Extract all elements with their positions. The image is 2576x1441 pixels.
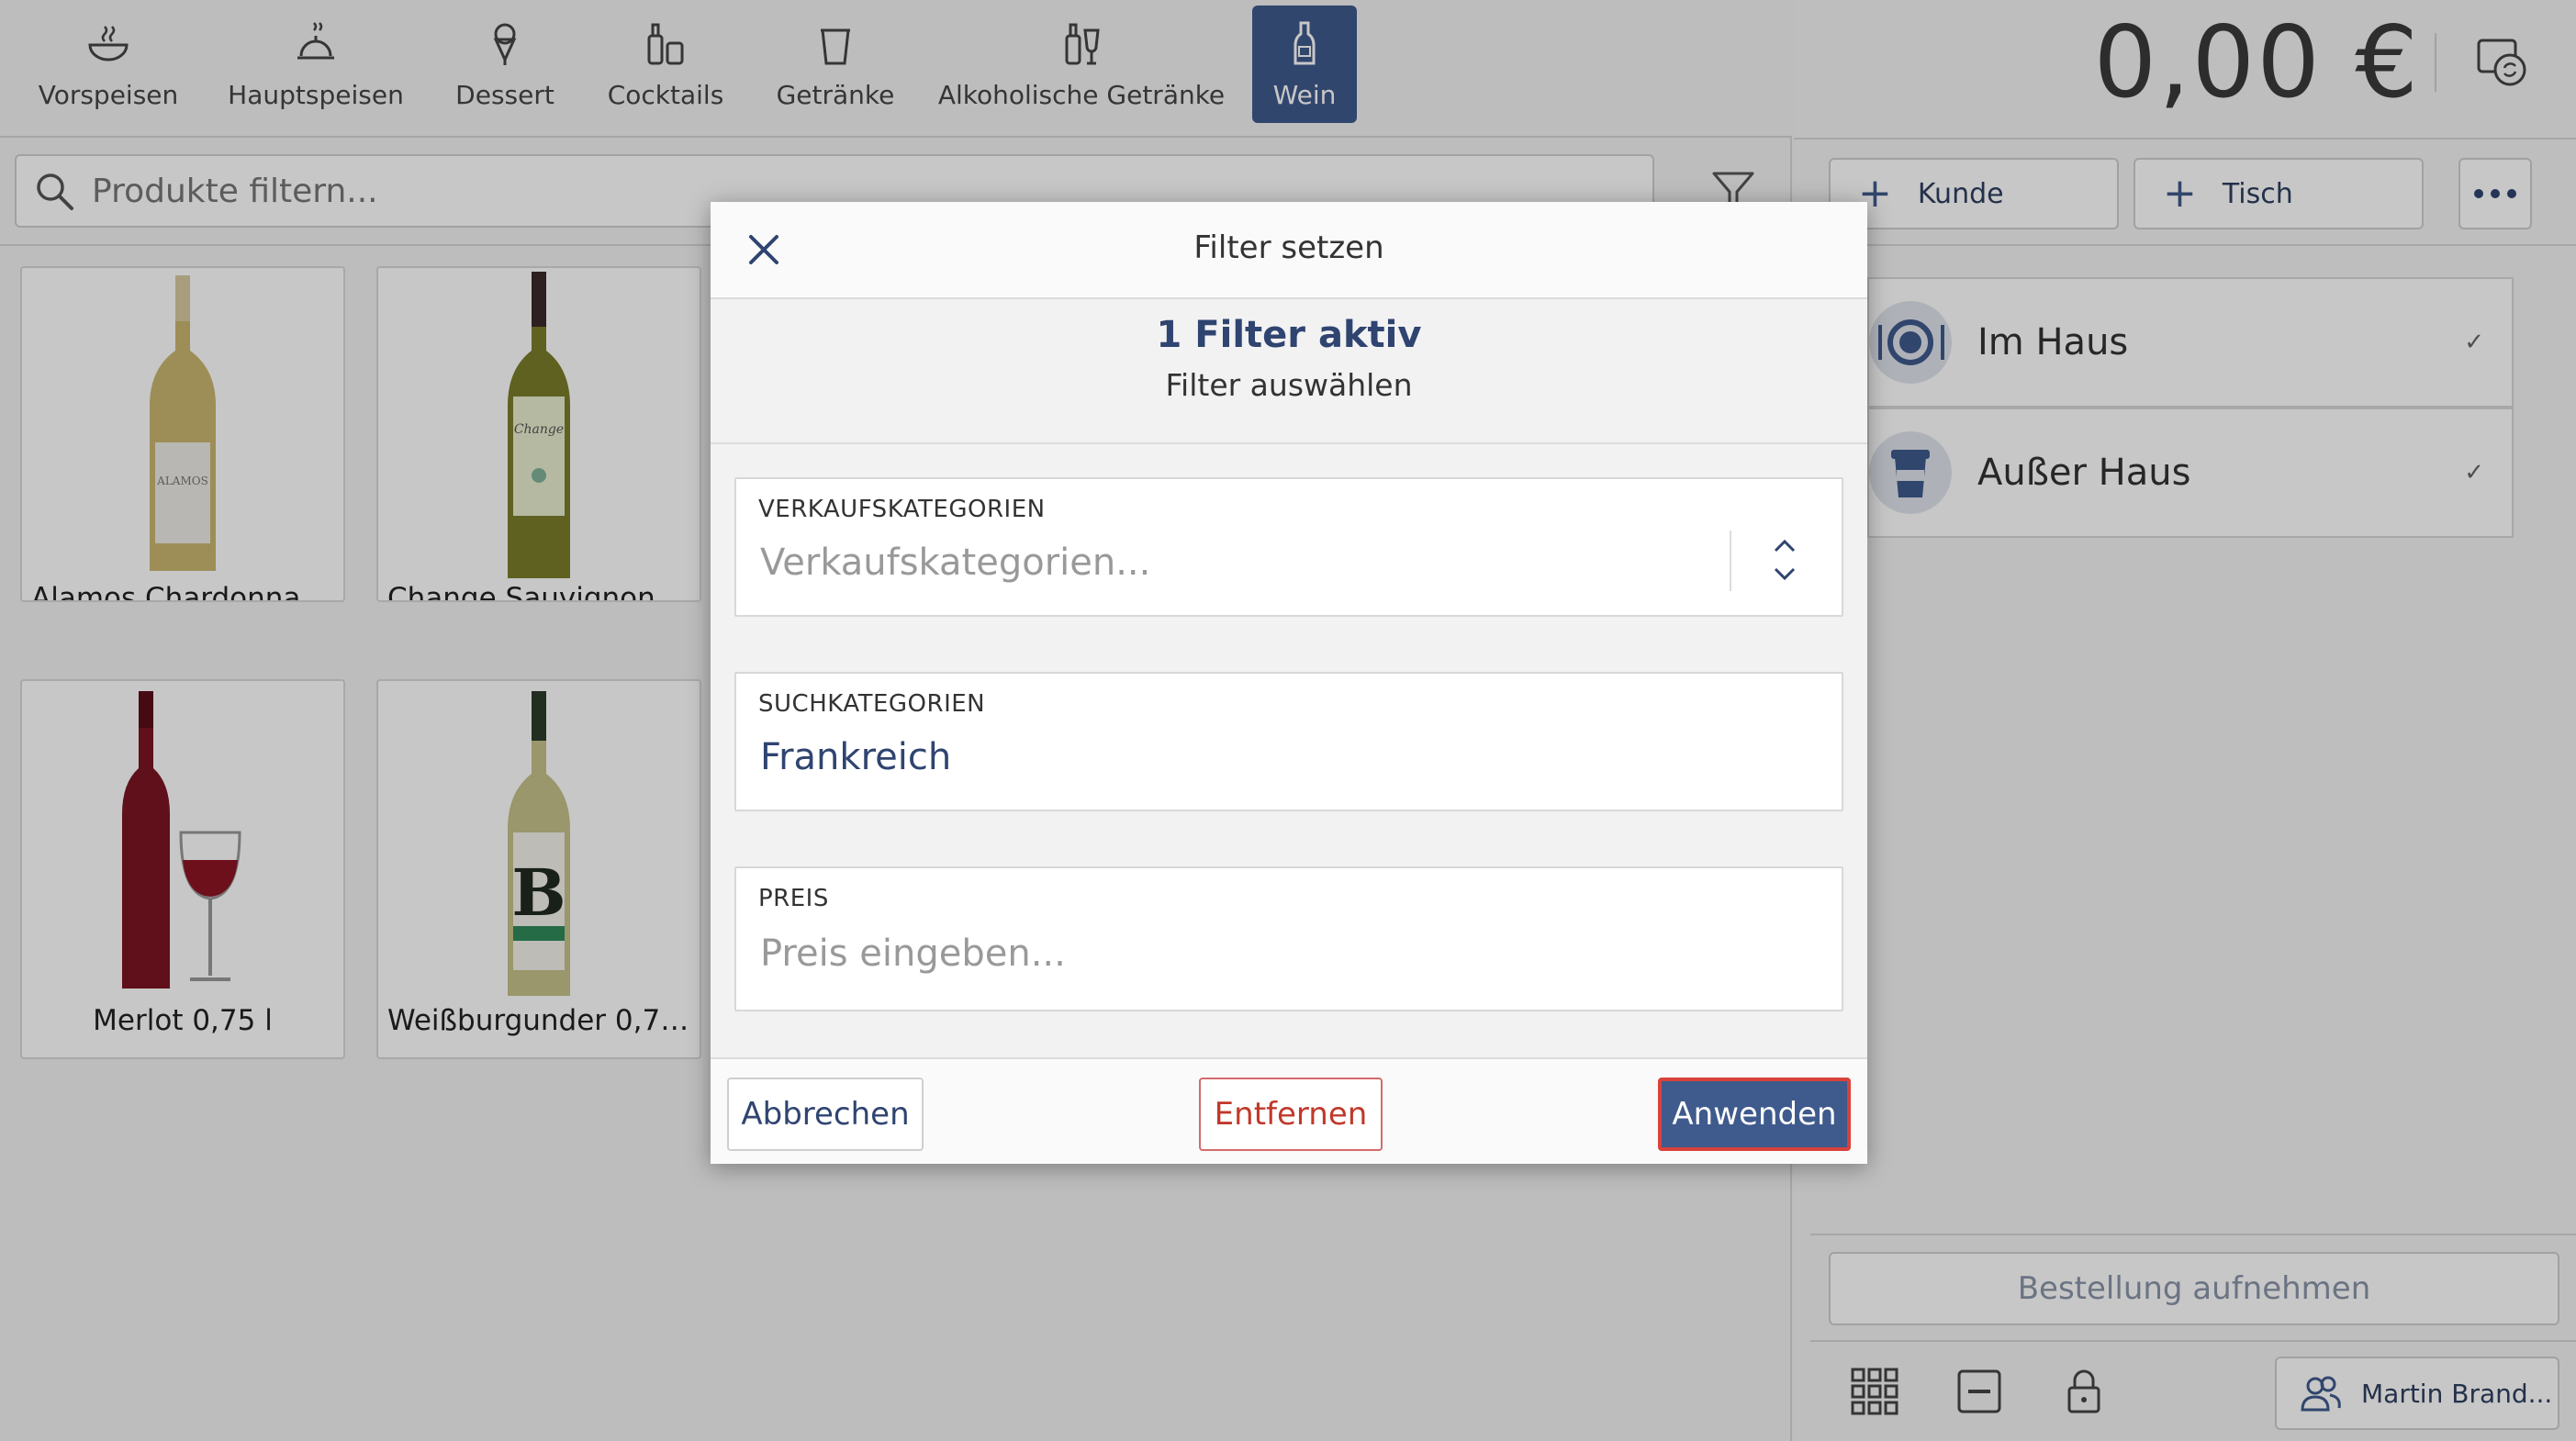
field-label: VERKAUFSKATEGORIEN	[758, 496, 1046, 523]
price-field[interactable]: PREIS Preis eingeben...	[734, 866, 1843, 1011]
active-filter-count: 1 Filter aktiv	[1156, 314, 1422, 356]
remove-filter-button[interactable]: Entfernen	[1199, 1078, 1383, 1151]
chevron-up-down-icon[interactable]	[1766, 532, 1803, 587]
dialog-title: Filter setzen	[1193, 229, 1384, 266]
price-input[interactable]: Preis eingeben...	[760, 933, 1066, 975]
divider	[1730, 531, 1731, 591]
field-label: PREIS	[758, 885, 829, 912]
search-category-value[interactable]: Frankreich	[760, 736, 951, 778]
cancel-button[interactable]: Abbrechen	[727, 1078, 924, 1151]
dialog-subtitle: Filter auswählen	[1165, 367, 1413, 403]
sales-category-field[interactable]: VERKAUFSKATEGORIEN Verkaufskategorien...	[734, 477, 1843, 617]
dialog-header: Filter setzen	[711, 202, 1867, 299]
divider	[711, 442, 1867, 444]
sales-category-select[interactable]: Verkaufskategorien...	[760, 542, 1150, 584]
filter-dialog: Filter setzen 1 Filter aktiv Filter ausw…	[711, 202, 1867, 1164]
apply-filter-button[interactable]: Anwenden	[1658, 1078, 1851, 1151]
field-label: SUCHKATEGORIEN	[758, 690, 986, 718]
dialog-footer: Abbrechen Entfernen Anwenden	[711, 1057, 1867, 1164]
search-category-field[interactable]: SUCHKATEGORIEN Frankreich	[734, 672, 1843, 811]
